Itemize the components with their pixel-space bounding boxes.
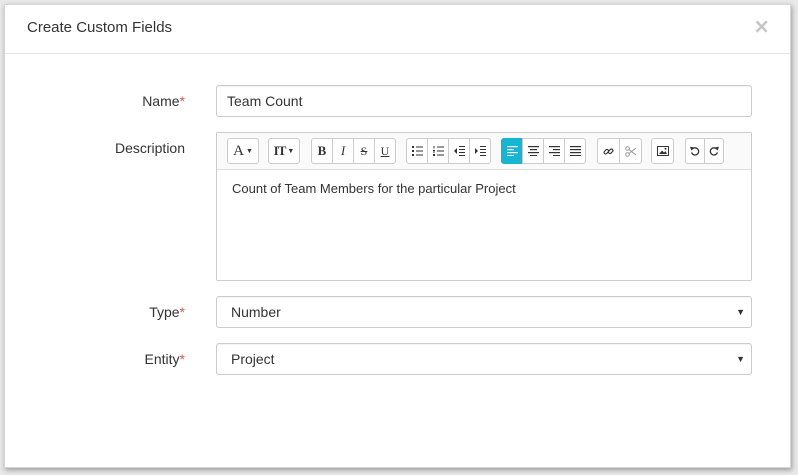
font-group: A ▼ [227, 138, 259, 164]
entity-selected-value: Project [231, 351, 275, 367]
numbered-list-icon [432, 146, 444, 156]
name-label: Name* [142, 93, 185, 109]
align-center-icon [527, 146, 539, 156]
font-size-icon: IT [273, 143, 287, 158]
description-textarea[interactable]: Count of Team Members for the particular… [217, 170, 751, 280]
description-text: Count of Team Members for the particular… [232, 181, 516, 196]
required-mark: * [179, 351, 185, 367]
undo-button[interactable] [685, 138, 705, 164]
align-right-button[interactable] [543, 138, 565, 164]
image-group [651, 138, 674, 164]
caret-down-icon: ▼ [245, 147, 253, 155]
link-button[interactable] [597, 138, 620, 164]
type-label-text: Type [149, 304, 180, 320]
link-group [597, 138, 642, 164]
bold-button[interactable]: B [311, 138, 333, 164]
indent-icon [474, 146, 486, 156]
name-input[interactable]: Team Count [216, 85, 752, 117]
alignment-group [501, 138, 586, 164]
editor-toolbar: A ▼ IT ▼ B I S U [217, 133, 751, 170]
bold-icon: B [317, 143, 327, 158]
chevron-down-icon: ▼ [736, 354, 745, 364]
type-selected-value: Number [231, 304, 281, 320]
type-label: Type* [149, 304, 185, 320]
indent-button[interactable] [469, 138, 491, 164]
italic-button[interactable]: I [332, 138, 354, 164]
underline-icon: U [380, 143, 390, 158]
entity-label-text: Entity [144, 351, 180, 367]
chevron-down-icon: ▼ [736, 307, 745, 317]
required-mark: * [179, 304, 185, 320]
name-input-value: Team Count [227, 93, 303, 109]
align-left-button[interactable] [501, 138, 523, 164]
undo-icon [690, 146, 700, 156]
outdent-icon [453, 146, 465, 156]
description-editor: A ▼ IT ▼ B I S U Count of Team Members f… [216, 132, 752, 281]
align-center-button[interactable] [522, 138, 544, 164]
modal-header: Create Custom Fields × [5, 5, 790, 54]
link-icon [603, 148, 614, 154]
modal-title: Create Custom Fields [27, 19, 173, 36]
strikethrough-icon: S [360, 143, 368, 158]
outdent-button[interactable] [448, 138, 470, 164]
strikethrough-button[interactable]: S [353, 138, 375, 164]
close-icon[interactable]: × [753, 16, 770, 36]
entity-select[interactable]: Project ▼ [216, 343, 752, 375]
underline-button[interactable]: U [374, 138, 396, 164]
bullet-list-icon [411, 146, 423, 156]
description-label: Description [114, 140, 185, 156]
create-custom-fields-dialog: Create Custom Fields × Name* Team Count … [4, 4, 791, 468]
font-size-group: IT ▼ [268, 138, 300, 164]
font-icon: A [233, 142, 244, 159]
history-group [685, 138, 724, 164]
type-select[interactable]: Number ▼ [216, 296, 752, 328]
name-label-text: Name [142, 93, 180, 109]
redo-icon [709, 146, 719, 156]
font-size-button[interactable]: IT ▼ [268, 138, 300, 164]
align-right-icon [548, 146, 560, 156]
align-left-icon [506, 146, 518, 156]
image-icon [656, 146, 669, 156]
italic-icon: I [340, 143, 346, 158]
numbered-list-button[interactable] [427, 138, 449, 164]
align-justify-button[interactable] [564, 138, 586, 164]
redo-button[interactable] [704, 138, 724, 164]
scissors-icon [625, 145, 636, 157]
caret-down-icon: ▼ [287, 147, 295, 155]
bullet-list-button[interactable] [406, 138, 428, 164]
align-justify-icon [569, 146, 581, 156]
font-button[interactable]: A ▼ [227, 138, 259, 164]
insert-image-button[interactable] [651, 138, 674, 164]
text-style-group: B I S U [311, 138, 396, 164]
entity-label: Entity* [145, 351, 185, 367]
list-group [406, 138, 491, 164]
unlink-button[interactable] [619, 138, 642, 164]
required-mark: * [179, 93, 185, 109]
